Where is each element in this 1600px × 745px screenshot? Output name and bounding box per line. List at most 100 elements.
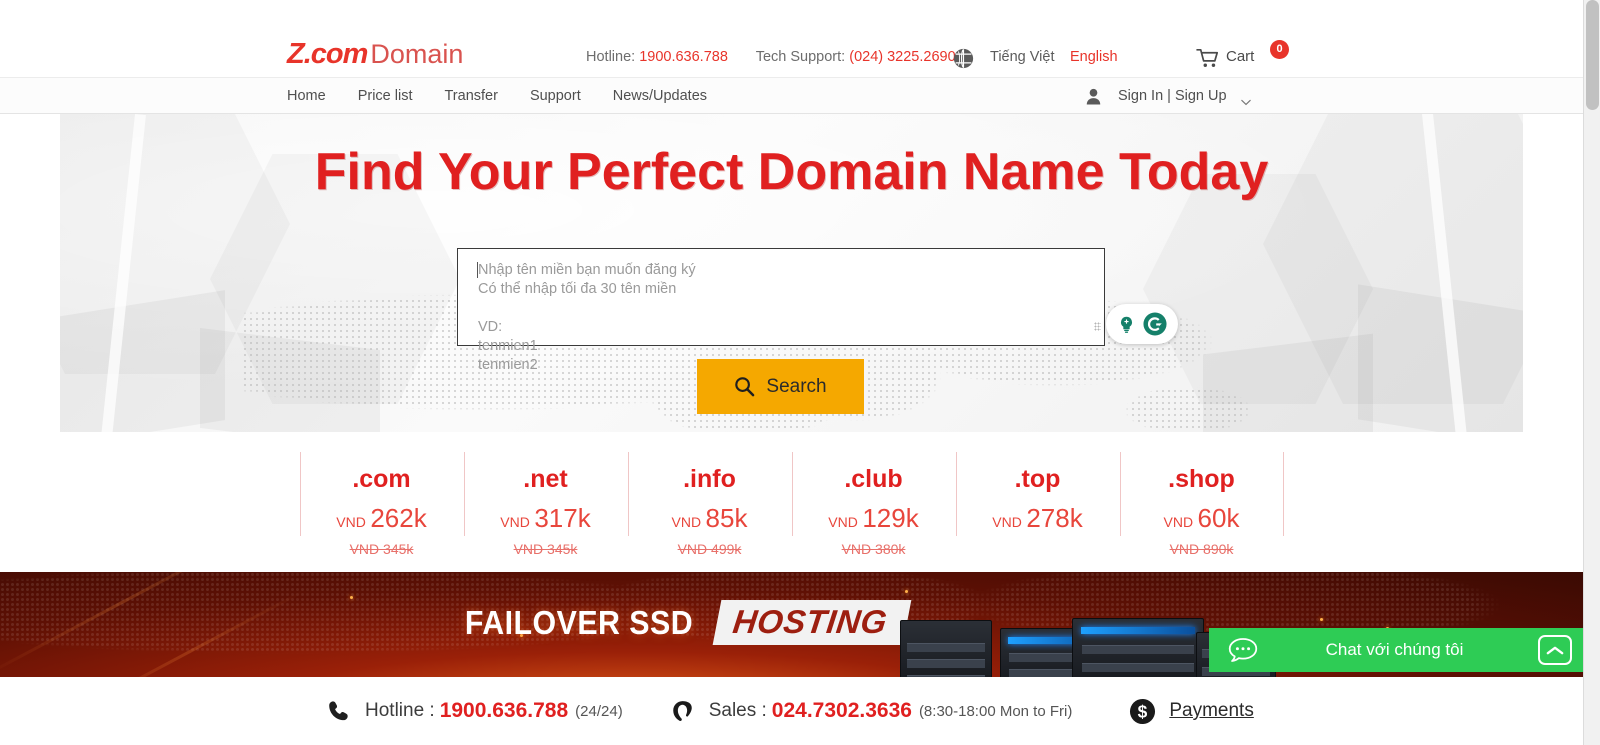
tld-price-value: 129k: [862, 503, 919, 533]
header-hotline-number[interactable]: 1900.636.788: [639, 49, 728, 65]
footer-hotline-label: Hotline :: [365, 700, 435, 721]
cart-count-badge: 0: [1270, 40, 1289, 59]
tld-currency: VND: [336, 514, 366, 530]
tld-price-value: 317k: [534, 503, 591, 533]
server-rack-image: [1072, 618, 1204, 682]
hero-cube-decor: [1358, 284, 1523, 432]
site-logo[interactable]: Z.com Domain: [287, 40, 463, 69]
site-header: Z.com Domain Hotline: 1900.636.788 Tech S…: [0, 0, 1583, 78]
tld-name: .net: [523, 465, 568, 493]
hero-section: Find Your Perfect Domain Name Today Nhập…: [60, 114, 1523, 432]
dollar-circle-icon: $: [1129, 698, 1156, 725]
page-root: Z.com Domain Hotline: 1900.636.788 Tech S…: [0, 0, 1600, 745]
tld-price: VND 278k: [956, 503, 1120, 534]
tld-card[interactable]: .net VND 317k VND 345k: [463, 450, 628, 570]
svg-text:$: $: [1138, 701, 1148, 721]
banner-spark: [1320, 618, 1323, 621]
nav-item-home[interactable]: Home: [287, 88, 326, 104]
page-scrollbar[interactable]: [1583, 0, 1600, 745]
hosting-banner-highlight-text: HOSTING: [730, 603, 890, 640]
tld-price: VND 85k: [628, 503, 792, 534]
footer-hotline-number[interactable]: 1900.636.788: [440, 699, 568, 723]
footer-sales[interactable]: Sales : 024.7302.3636 (8:30-18:00 Mon to…: [669, 698, 1073, 725]
phone-icon: [327, 699, 352, 724]
magnifier-icon: [734, 376, 755, 397]
tld-price: VND 317k: [464, 503, 628, 534]
tld-old-price: [956, 541, 1120, 558]
tld-currency: VND: [1163, 514, 1194, 530]
grammarly-widget[interactable]: [1094, 304, 1178, 344]
domain-search-input[interactable]: Nhập tên miền bạn muốn đăng ký Có thể nh…: [457, 248, 1105, 373]
globe-icon[interactable]: [953, 48, 974, 69]
tld-currency: VND: [671, 514, 702, 530]
tld-price: VND 262k: [300, 503, 464, 534]
lightbulb-icon[interactable]: [1117, 315, 1136, 334]
header-contact-info: Hotline: 1900.636.788 Tech Support: (024…: [586, 49, 956, 65]
headset-icon: [669, 698, 696, 725]
cart-icon: [1196, 48, 1220, 68]
nav-item-price-list[interactable]: Price list: [358, 88, 413, 104]
tld-old-price: VND 499k: [677, 541, 742, 557]
chevron-up-icon: [1546, 646, 1564, 654]
footer-sales-label: Sales :: [708, 700, 767, 721]
header-hotline-label: Hotline:: [586, 49, 636, 65]
logo-z-text: Z.com: [287, 38, 368, 70]
cart-label: Cart: [1226, 48, 1255, 65]
tld-name: .top: [1014, 465, 1061, 493]
nav-item-news-updates[interactable]: News/Updates: [613, 88, 707, 104]
tld-old-price: VND 890k: [1169, 541, 1234, 557]
header-techsupport-label: Tech Support:: [755, 49, 846, 65]
grammarly-drag-handle[interactable]: [1094, 322, 1101, 331]
search-button[interactable]: Search: [697, 359, 864, 414]
account-label: Sign In | Sign Up: [1118, 88, 1227, 104]
main-navigation: Home Price list Transfer Support News/Up…: [0, 78, 1583, 114]
tld-price-value: 278k: [1026, 503, 1083, 533]
language-english[interactable]: English: [1070, 49, 1118, 65]
logo-domain-text: Domain: [370, 39, 464, 69]
footer-sales-number[interactable]: 024.7302.3636: [772, 699, 912, 723]
tld-price-value: 85k: [705, 503, 748, 533]
tld-price: VND 129k: [792, 503, 956, 534]
hosting-banner-highlight-plate: HOSTING: [712, 600, 912, 645]
nav-links: Home Price list Transfer Support News/Up…: [287, 78, 739, 114]
tld-card[interactable]: .club VND 129k VND 380k: [791, 450, 956, 570]
banner-spark: [905, 590, 908, 593]
tld-card[interactable]: .top VND 278k: [955, 450, 1120, 570]
nav-item-transfer[interactable]: Transfer: [444, 88, 497, 104]
tld-old-price: VND 380k: [841, 541, 906, 557]
language-vietnamese[interactable]: Tiếng Việt: [990, 49, 1055, 65]
hero-title: Find Your Perfect Domain Name Today: [314, 143, 1269, 201]
tld-price: VND 60k: [1120, 503, 1284, 534]
tld-price-list: .com VND 262k VND 345k .net VND 317k VND…: [0, 432, 1583, 572]
chevron-down-icon: [1240, 93, 1251, 105]
chat-widget[interactable]: Chat với chúng tôi: [1209, 628, 1583, 672]
search-button-label: Search: [766, 375, 827, 397]
scrollbar-thumb[interactable]: [1586, 0, 1599, 110]
tld-old-price: VND 345k: [349, 541, 414, 557]
tld-price-value: 60k: [1197, 503, 1240, 533]
tld-card[interactable]: .shop VND 60k VND 890k: [1119, 450, 1284, 570]
footer-payments-label[interactable]: Payments: [1169, 700, 1253, 722]
browser-viewport: Z.com Domain Hotline: 1900.636.788 Tech S…: [0, 0, 1583, 745]
account-menu[interactable]: Sign In | Sign Up: [1086, 78, 1251, 114]
user-icon: [1086, 88, 1101, 105]
domain-search-placeholder: Nhập tên miền bạn muốn đăng ký Có thể nh…: [478, 262, 696, 373]
tld-name: .com: [352, 465, 411, 493]
tld-card[interactable]: .com VND 262k VND 345k: [299, 450, 464, 570]
footer-sales-hours: (8:30-18:00 Mon to Fri): [918, 702, 1073, 720]
tld-name: .shop: [1168, 465, 1235, 493]
footer-contact-bar: Hotline : 1900.636.788 (24/24) Sales : 0…: [0, 677, 1583, 745]
tld-currency: VND: [992, 514, 1022, 530]
nav-item-support[interactable]: Support: [530, 88, 581, 104]
footer-hotline[interactable]: Hotline : 1900.636.788 (24/24): [327, 699, 623, 724]
grammarly-g-icon[interactable]: [1143, 312, 1167, 336]
tld-card[interactable]: .info VND 85k VND 499k: [627, 450, 792, 570]
tld-price-value: 262k: [370, 503, 427, 533]
chat-expand-button[interactable]: [1538, 635, 1572, 665]
server-rack-image: [900, 620, 992, 682]
hosting-banner-title: FAILOVER SSD HOSTING: [455, 600, 912, 645]
header-techsupport-number[interactable]: (024) 3225.2690: [849, 49, 955, 65]
hosting-banner-primary-text: FAILOVER SSD: [464, 603, 694, 641]
tld-name: .club: [844, 465, 903, 493]
footer-payments[interactable]: $ Payments: [1129, 698, 1254, 725]
